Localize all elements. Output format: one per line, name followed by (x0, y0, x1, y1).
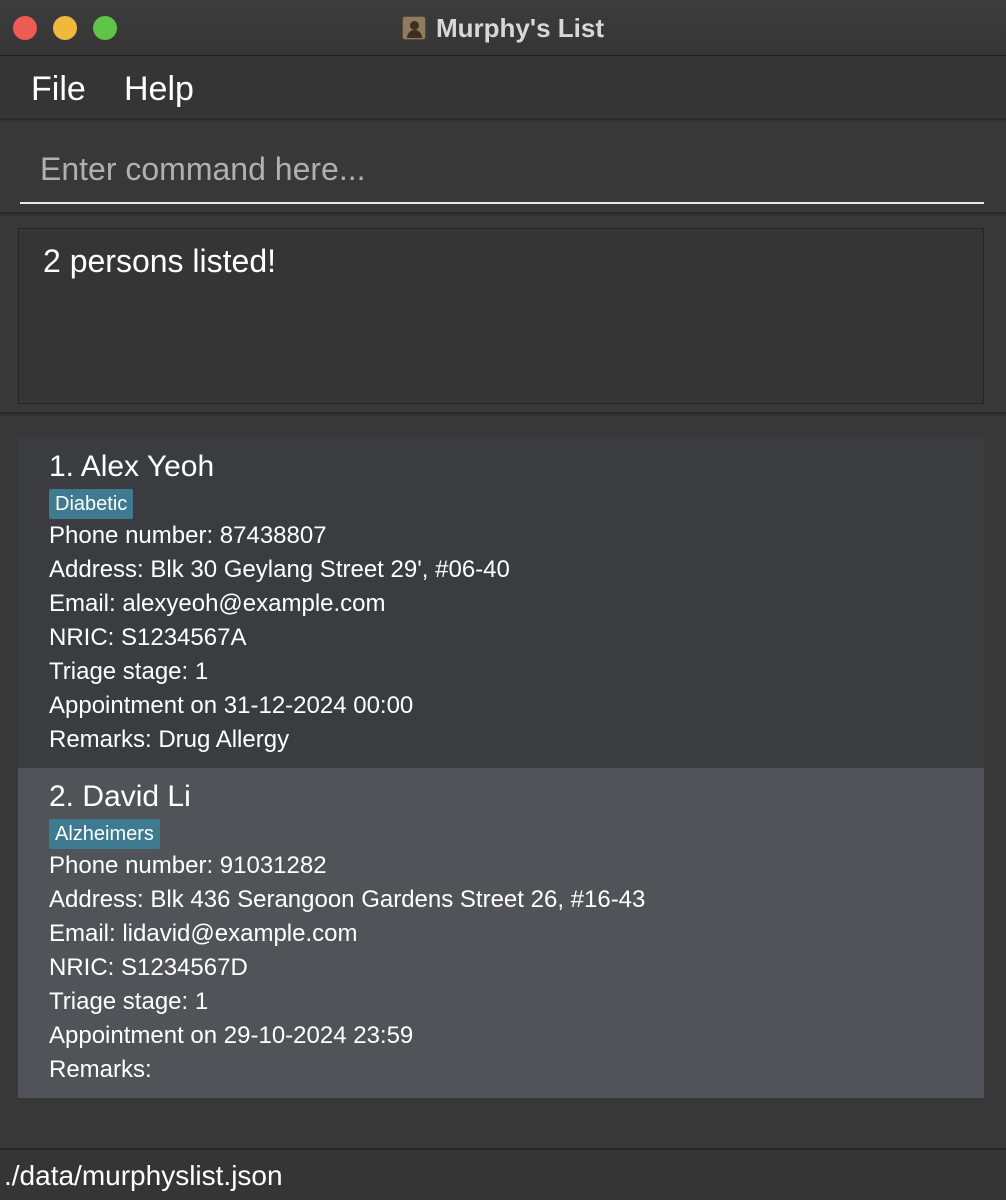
person-remarks: Remarks: Drug Allergy (49, 726, 290, 753)
command-box-area (0, 122, 1006, 214)
person-nric: NRIC: S1234567D (49, 954, 248, 981)
person-phone: Phone number: 91031282 (49, 852, 327, 879)
result-message: 2 persons listed! (43, 243, 277, 279)
person-card-selected[interactable]: 2. David Li Alzheimers Phone number: 910… (18, 768, 984, 1098)
person-tag: Alzheimers (49, 819, 160, 849)
person-name: 2. David Li (49, 780, 191, 813)
title-bar: Murphy's List (0, 0, 1006, 56)
menu-file[interactable]: File (31, 68, 86, 111)
menu-help[interactable]: Help (124, 68, 194, 111)
save-file-path: ./data/murphyslist.json (4, 1160, 283, 1191)
person-appointment: Appointment on 29-10-2024 23:59 (49, 1022, 414, 1049)
person-remarks: Remarks: (49, 1056, 152, 1083)
person-address: Address: Blk 30 Geylang Street 29', #06-… (49, 556, 510, 583)
person-list[interactable]: 1. Alex Yeoh Diabetic Phone number: 8743… (0, 416, 1006, 1148)
menu-bar: File Help (0, 56, 1006, 120)
person-tag: Diabetic (49, 489, 134, 519)
window-title: Murphy's List (436, 12, 604, 43)
person-email: Email: lidavid@example.com (49, 920, 358, 947)
command-input[interactable] (20, 136, 984, 204)
app-contact-icon (402, 16, 426, 40)
person-triage: Triage stage: 1 (49, 658, 209, 685)
person-triage: Triage stage: 1 (49, 988, 209, 1015)
person-appointment: Appointment on 31-12-2024 00:00 (49, 692, 414, 719)
result-display: 2 persons listed! (18, 228, 984, 404)
person-phone: Phone number: 87438807 (49, 522, 327, 549)
person-card[interactable]: 1. Alex Yeoh Diabetic Phone number: 8743… (18, 438, 984, 768)
person-address: Address: Blk 436 Serangoon Gardens Stree… (49, 886, 646, 913)
person-email: Email: alexyeoh@example.com (49, 590, 386, 617)
result-display-area: 2 persons listed! (0, 216, 1006, 414)
status-bar: ./data/murphyslist.json (0, 1148, 1006, 1200)
person-name: 1. Alex Yeoh (49, 450, 215, 483)
person-nric: NRIC: S1234567A (49, 624, 247, 651)
title-group: Murphy's List (0, 0, 1006, 56)
